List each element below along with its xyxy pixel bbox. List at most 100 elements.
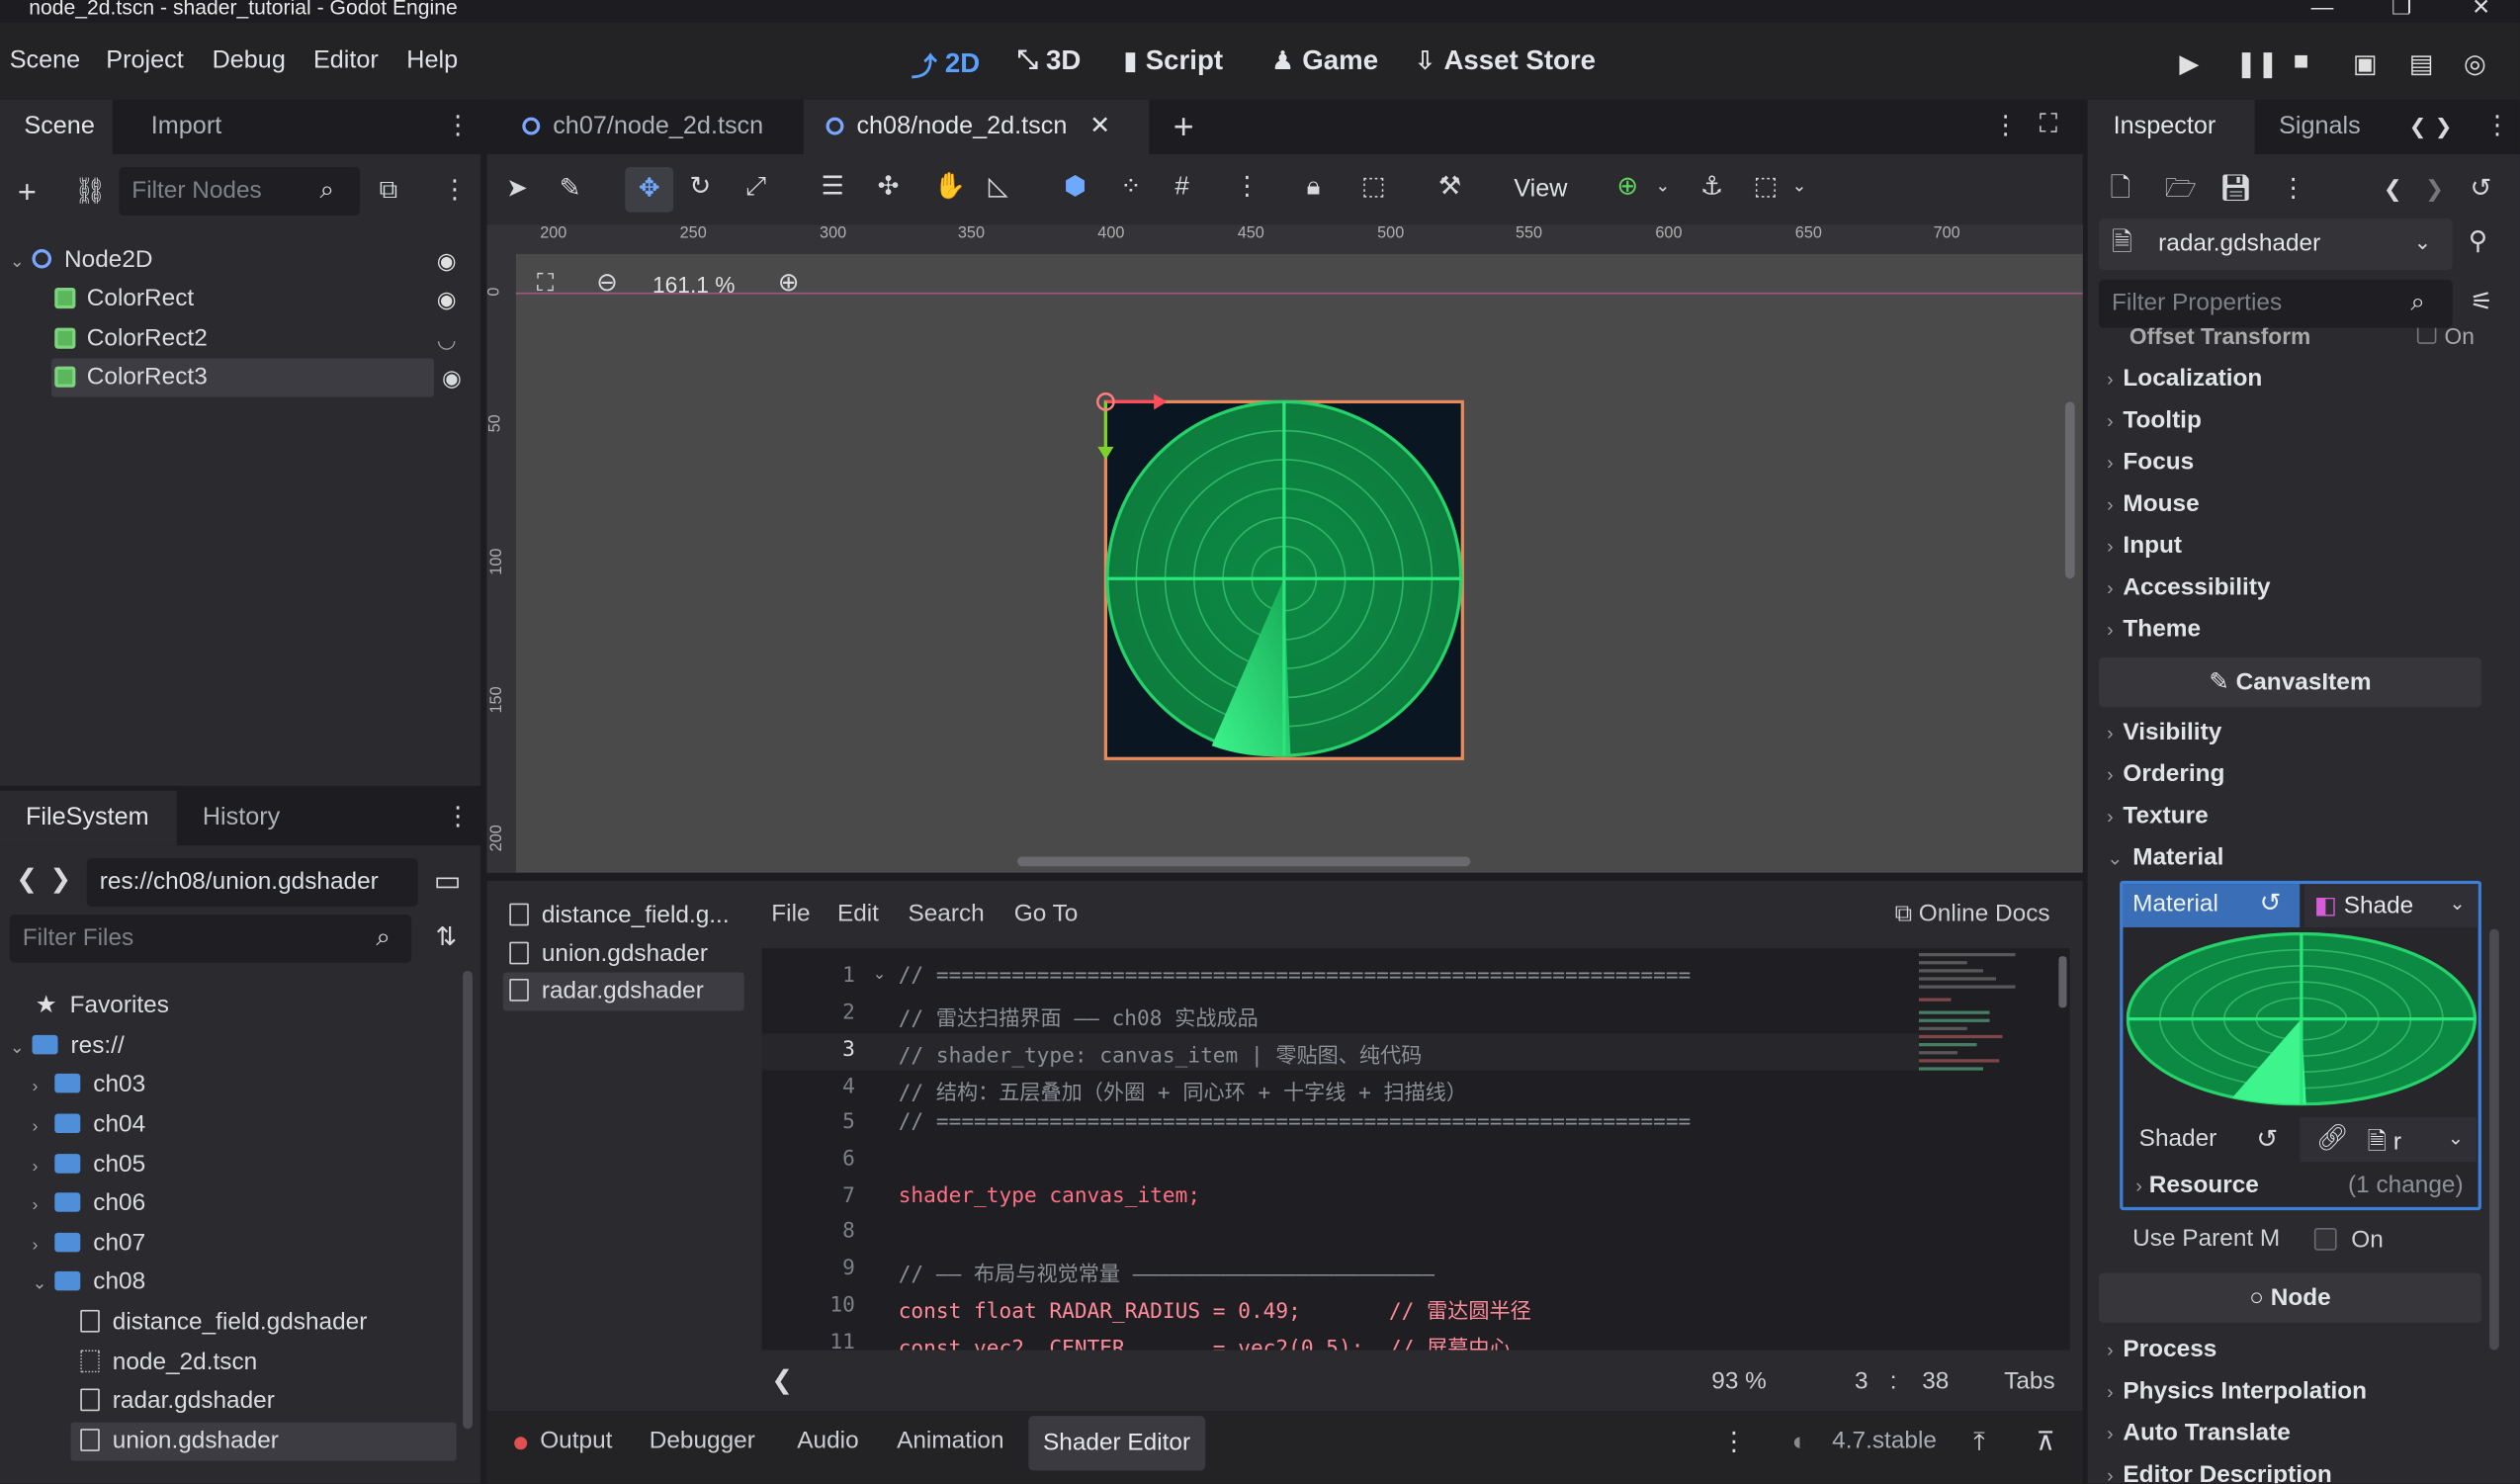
paint-icon[interactable]: ✎: [560, 176, 581, 203]
tab-audio[interactable]: Audio: [797, 1428, 858, 1455]
file-row-radar[interactable]: radar.gdshader: [80, 1382, 275, 1421]
tab-output[interactable]: Output: [540, 1428, 612, 1455]
workspace-3d-button[interactable]: ⤡ 3D: [1017, 45, 1081, 78]
tab-shader-editor[interactable]: Shader Editor: [1028, 1416, 1205, 1471]
property-options-icon[interactable]: ⚟: [2471, 290, 2493, 316]
filesystem-scrollbar[interactable]: [463, 970, 473, 1430]
new-resource-icon[interactable]: 🗋: [2110, 176, 2130, 203]
favorites-row[interactable]: ★ Favorites: [36, 987, 169, 1025]
filter-properties-input[interactable]: Filter Properties: [2099, 279, 2453, 328]
section-editor-description[interactable]: › Editor Description: [2107, 1461, 2332, 1484]
tree-row-node2d[interactable]: ⌄ Node2D ◉: [10, 241, 476, 280]
chevron-down-icon[interactable]: ⌄: [2448, 1128, 2464, 1148]
resource-subsection[interactable]: › Resource: [2135, 1172, 2258, 1199]
shader-menu-edit[interactable]: Edit: [837, 900, 879, 927]
viewport-hscroll[interactable]: [1017, 856, 1471, 867]
tree-row-colorrect3[interactable]: ColorRect3: [51, 358, 434, 397]
smart-snap-icon[interactable]: ⁘: [1120, 174, 1142, 201]
play-custom-scene-icon[interactable]: ▤: [2409, 48, 2434, 81]
grid-snap-icon[interactable]: #: [1174, 174, 1188, 201]
section-visibility[interactable]: › Visibility: [2107, 719, 2221, 746]
back-icon[interactable]: ❮: [16, 867, 38, 894]
section-physics-interpolation[interactable]: › Physics Interpolation: [2107, 1377, 2367, 1405]
expand-panel-icon[interactable]: ⤒: [1973, 1430, 1985, 1456]
use-parent-checkbox[interactable]: [2313, 1227, 2337, 1251]
zoom-in-icon[interactable]: ⊕: [778, 271, 800, 298]
toggle-files-panel-icon[interactable]: ❮: [771, 1368, 793, 1395]
code-minimap[interactable]: [1916, 948, 2060, 1269]
object-history-icon[interactable]: ↺: [2471, 176, 2492, 203]
select-icon[interactable]: ➤: [506, 176, 528, 203]
tab-inspector[interactable]: Inspector: [2087, 99, 2255, 155]
pan-icon[interactable]: ✋: [933, 174, 965, 201]
node-tool-icon[interactable]: ⚲: [2469, 229, 2487, 255]
tab-debugger[interactable]: Debugger: [650, 1428, 755, 1455]
workspace-game-button[interactable]: ♟ Game: [1271, 45, 1378, 78]
pin-icon[interactable]: ⊼: [2037, 1430, 2055, 1456]
chevron-down-icon[interactable]: ⌄: [2449, 894, 2465, 914]
res-root-row[interactable]: ⌄ res://: [10, 1027, 125, 1066]
canvas-viewport[interactable]: 200 250 300 350 400 450 500 550 600 650 …: [486, 224, 2083, 873]
folder-row-ch08[interactable]: ⌄ ch08: [33, 1264, 146, 1302]
instance-scene-icon[interactable]: ⧉: [380, 178, 398, 204]
folder-row-ch07[interactable]: › ch07: [33, 1225, 146, 1264]
split-view-icon[interactable]: ▭: [434, 866, 462, 895]
scale-icon[interactable]: ⤢: [745, 174, 766, 201]
shader-file-union[interactable]: union.gdshader: [509, 935, 708, 974]
resource-selector[interactable]: 🗎 radar.gdshader ⌄: [2099, 218, 2453, 271]
container-icon[interactable]: ⬚: [1754, 174, 1779, 201]
open-folder-icon[interactable]: 🗁: [2165, 176, 2197, 203]
play-scene-icon[interactable]: ▣: [2353, 48, 2378, 81]
scene-tab-ch07[interactable]: ch07/node_2d.tscn: [500, 100, 786, 154]
indent-mode[interactable]: Tabs: [2004, 1367, 2055, 1395]
zoom-out-icon[interactable]: ⊖: [596, 271, 618, 298]
chevron-down-icon[interactable]: ⌄: [1792, 178, 1807, 196]
workspace-assetstore-button[interactable]: ⇩ Asset Store: [1415, 45, 1597, 78]
section-accessibility[interactable]: › Accessibility: [2107, 573, 2270, 601]
visibility-hidden-icon[interactable]: ◡: [437, 319, 457, 358]
section-focus[interactable]: › Focus: [2107, 449, 2194, 477]
tab-signals[interactable]: Signals: [2255, 100, 2384, 154]
view-menu[interactable]: View: [1514, 175, 1567, 204]
expand-icon[interactable]: ›: [33, 1148, 55, 1186]
close-tab-icon[interactable]: ✕: [1089, 113, 1110, 140]
sort-icon[interactable]: ⇅: [436, 925, 458, 951]
code-scrollbar[interactable]: [2058, 956, 2067, 1008]
expand-icon[interactable]: ›: [33, 1186, 55, 1225]
file-row-node2d[interactable]: node_2d.tscn: [80, 1344, 257, 1382]
shader-menu-goto[interactable]: Go To: [1014, 900, 1079, 927]
section-localization[interactable]: › Localization: [2107, 365, 2262, 393]
history-forward-icon[interactable]: ❯: [2425, 177, 2444, 200]
menu-editor[interactable]: Editor: [313, 46, 379, 75]
group-icon[interactable]: ⬚: [1361, 174, 1386, 201]
viewport-vscroll[interactable]: [2064, 401, 2075, 579]
tab-history[interactable]: History: [180, 791, 303, 845]
list-select-icon[interactable]: ☰: [822, 174, 844, 201]
bone-icon[interactable]: ⚒: [1438, 174, 1461, 201]
collapse-icon[interactable]: ⌄: [33, 1265, 55, 1303]
menu-dots-icon[interactable]: ⋮: [445, 805, 471, 830]
revert-icon[interactable]: ↺: [2260, 891, 2282, 917]
filter-files-input[interactable]: Filter Files: [9, 914, 412, 963]
section-tooltip[interactable]: › Tooltip: [2107, 406, 2202, 434]
add-node-icon[interactable]: +: [18, 177, 37, 210]
maximize-button[interactable]: ❐: [2391, 0, 2411, 21]
ruler-icon[interactable]: ◺: [989, 174, 1008, 201]
section-mouse[interactable]: › Mouse: [2107, 490, 2199, 518]
tab-animation[interactable]: Animation: [897, 1428, 1003, 1455]
shader-menu-file[interactable]: File: [771, 900, 810, 927]
fullscreen-icon[interactable]: ⛶: [2040, 112, 2057, 138]
path-input[interactable]: res://ch08/union.gdshader: [86, 858, 418, 907]
play-icon[interactable]: ▶: [2179, 48, 2199, 81]
folder-row-ch06[interactable]: › ch06: [33, 1184, 146, 1223]
material-value-picker[interactable]: ◧ Shade ⌄: [2304, 884, 2478, 927]
menu-dots-icon[interactable]: ⋮: [2484, 114, 2510, 139]
save-icon[interactable]: 💾︎: [2219, 176, 2252, 203]
pause-icon[interactable]: ❚❚: [2235, 48, 2279, 81]
move-tool-icon[interactable]: ✥: [625, 167, 674, 213]
anchor-icon[interactable]: ⚓︎: [1700, 174, 1723, 201]
zoom-level[interactable]: 161.1 %: [652, 272, 736, 298]
more-icon[interactable]: ⋮: [1993, 114, 2019, 139]
movie-maker-icon[interactable]: ◎: [2464, 48, 2486, 81]
editor-zoom[interactable]: 93 %: [1711, 1367, 1767, 1395]
